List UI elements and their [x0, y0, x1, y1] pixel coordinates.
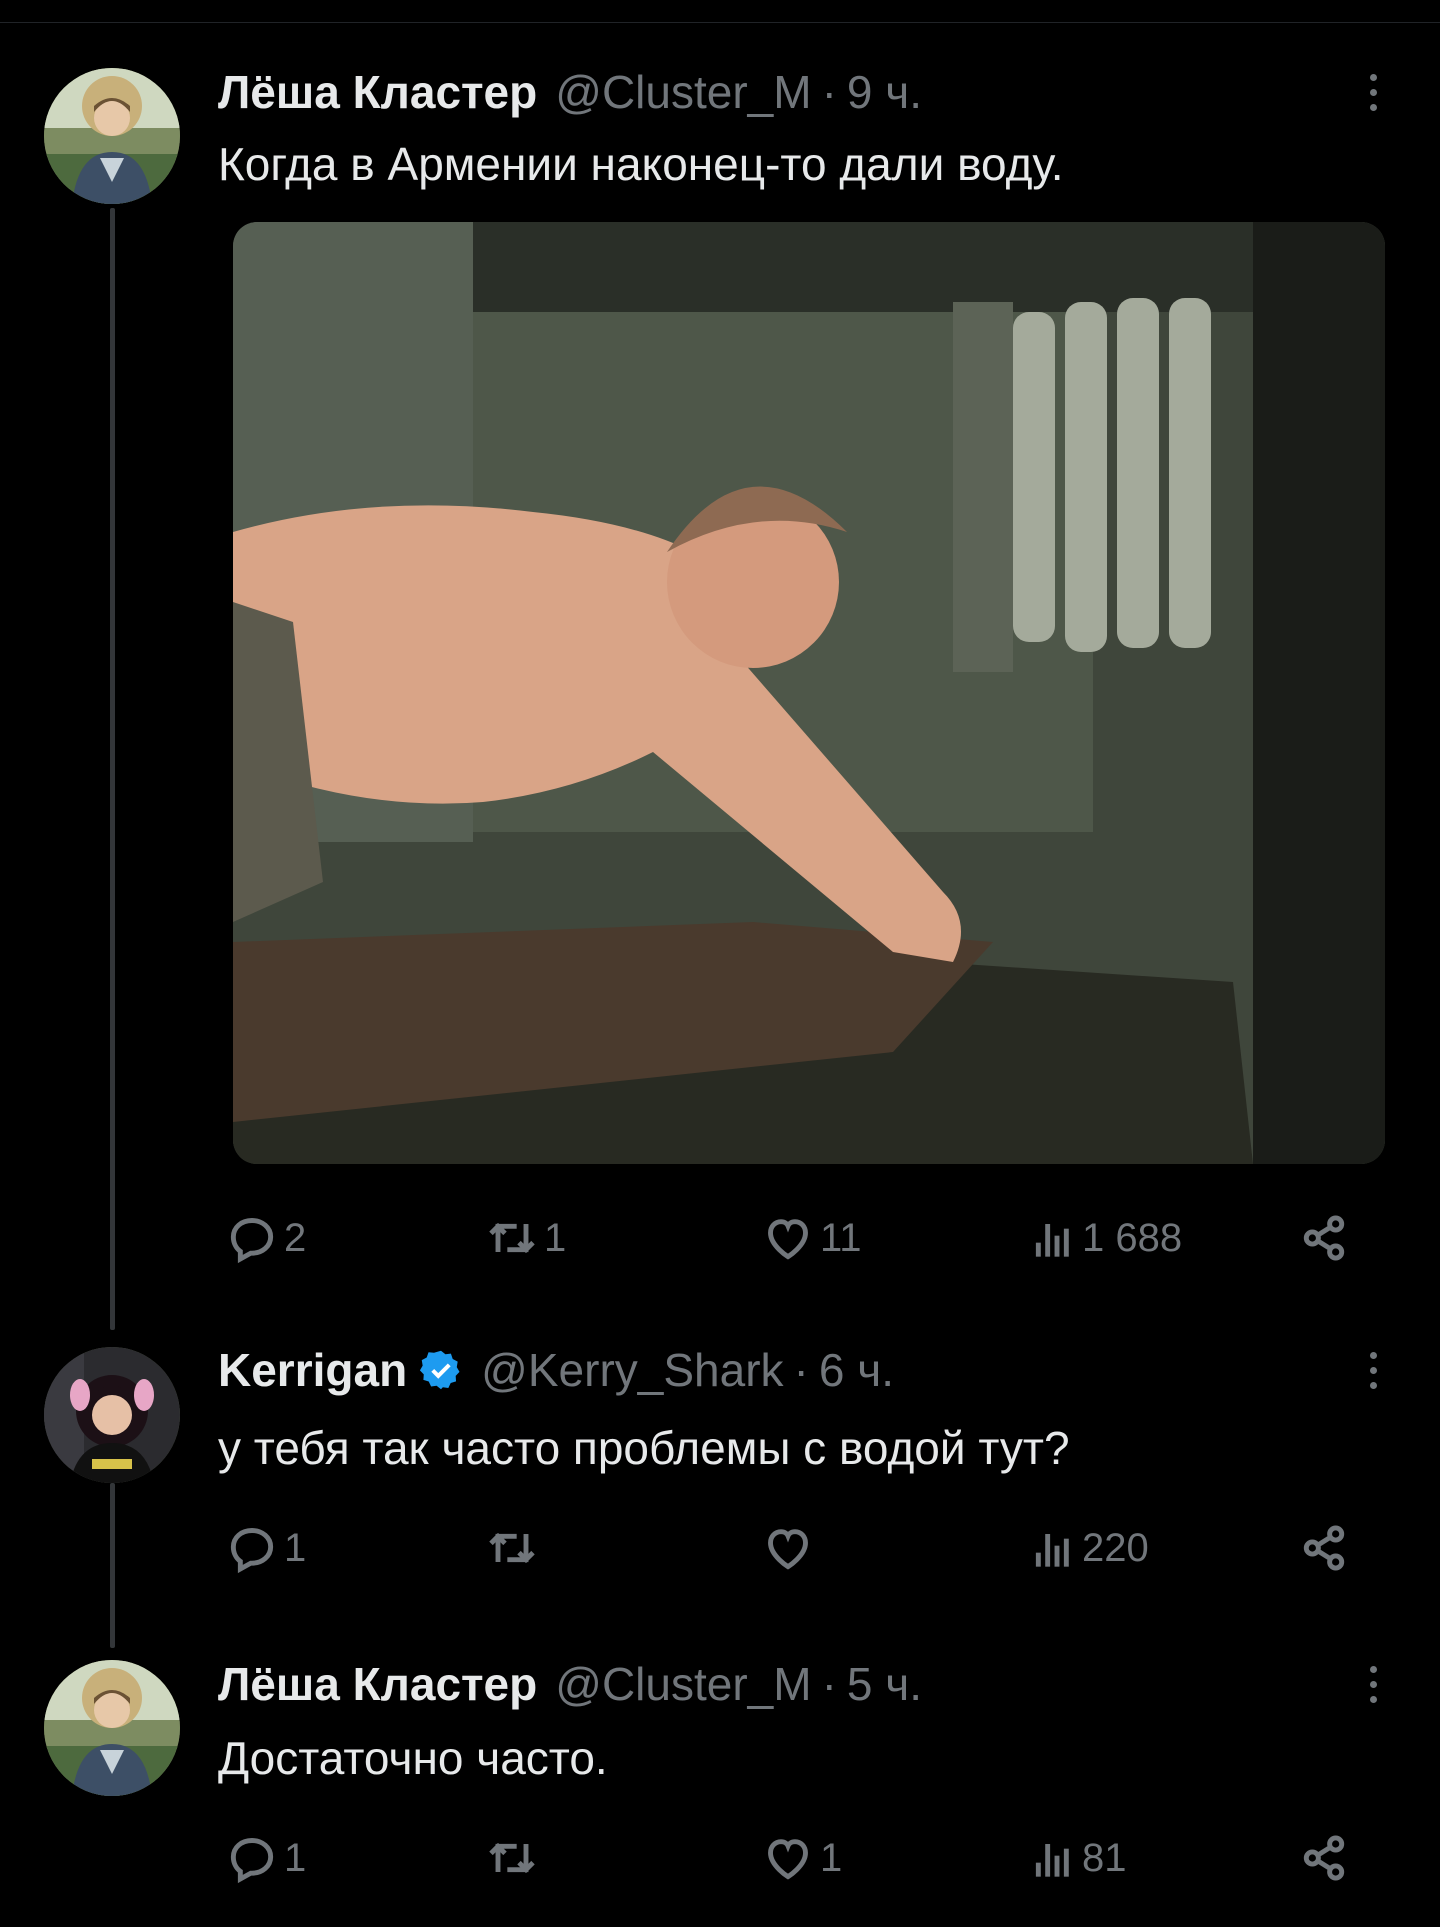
timestamp[interactable]: 9 ч.	[847, 62, 922, 122]
more-icon[interactable]	[1362, 1654, 1384, 1714]
retweet-icon	[489, 1222, 535, 1254]
author-handle[interactable]: @Kerry_Shark	[481, 1340, 783, 1400]
separator: ·	[793, 1344, 809, 1396]
reply-button[interactable]: 1	[224, 1518, 306, 1578]
tweet-text: Достаточно часто.	[218, 1732, 608, 1784]
views-count: 1 688	[1082, 1215, 1183, 1260]
top-divider	[0, 22, 1440, 23]
retweet-icon	[489, 1842, 535, 1874]
tweet-actions: 1 220	[0, 1518, 1440, 1578]
views-count: 220	[1082, 1525, 1149, 1570]
retweet-icon	[489, 1532, 535, 1564]
retweet-button[interactable]: 1	[484, 1208, 566, 1268]
more-icon[interactable]	[1362, 1340, 1384, 1400]
views-count: 81	[1082, 1835, 1127, 1880]
author-name[interactable]: Лёша Кластер	[218, 1654, 537, 1714]
author-handle[interactable]: @Cluster_M	[555, 1654, 811, 1714]
like-button[interactable]: 11	[760, 1208, 862, 1268]
tweet-actions: 1 1 81	[0, 1828, 1440, 1888]
tweet-photo[interactable]	[233, 222, 1385, 1164]
author-name[interactable]: Kerrigan	[218, 1340, 407, 1400]
share-button[interactable]	[1296, 1828, 1352, 1888]
separator: ·	[821, 1658, 837, 1710]
like-count: 1	[820, 1835, 843, 1880]
share-button[interactable]	[1296, 1518, 1352, 1578]
reply-button[interactable]: 2	[224, 1208, 306, 1268]
views-button[interactable]: 81	[1022, 1828, 1127, 1888]
retweet-button[interactable]	[484, 1828, 544, 1888]
retweet-button[interactable]	[484, 1518, 544, 1578]
reply-icon	[230, 1218, 274, 1264]
like-button[interactable]	[760, 1518, 820, 1578]
reply-count: 2	[284, 1215, 307, 1260]
thread-line	[110, 208, 115, 1330]
separator: ·	[821, 66, 837, 118]
like-count: 11	[820, 1215, 862, 1260]
avatar[interactable]	[44, 68, 180, 204]
tweet-text: Когда в Армении наконец-то дали воду.	[218, 138, 1064, 190]
views-icon	[1035, 1534, 1069, 1567]
like-icon	[768, 1219, 808, 1260]
share-icon	[1303, 1835, 1345, 1881]
like-button[interactable]: 1	[760, 1828, 842, 1888]
like-icon	[768, 1839, 808, 1880]
views-button[interactable]: 1 688	[1022, 1208, 1182, 1268]
reply-count: 1	[284, 1525, 307, 1570]
timestamp[interactable]: 5 ч.	[847, 1654, 922, 1714]
tweet-actions: 2 1 11 1 688	[0, 1208, 1440, 1268]
views-icon	[1035, 1844, 1069, 1877]
author-name[interactable]: Лёша Кластер	[218, 62, 537, 122]
reply-button[interactable]: 1	[224, 1828, 306, 1888]
share-icon	[1303, 1215, 1345, 1261]
author-handle[interactable]: @Cluster_M	[555, 62, 811, 122]
more-icon[interactable]	[1362, 62, 1384, 122]
verified-icon	[420, 1350, 460, 1390]
retweet-count: 1	[544, 1215, 567, 1260]
tweet-text: у тебя так часто проблемы с водой тут?	[218, 1422, 1070, 1474]
avatar[interactable]	[44, 1660, 180, 1796]
avatar[interactable]	[44, 1347, 180, 1483]
views-icon	[1035, 1224, 1069, 1257]
share-icon	[1303, 1525, 1345, 1571]
share-button[interactable]	[1296, 1208, 1352, 1268]
reply-icon	[230, 1838, 274, 1884]
timestamp[interactable]: 6 ч.	[819, 1340, 894, 1400]
views-button[interactable]: 220	[1022, 1518, 1149, 1578]
reply-count: 1	[284, 1835, 307, 1880]
like-icon	[768, 1529, 808, 1570]
reply-icon	[230, 1528, 274, 1574]
